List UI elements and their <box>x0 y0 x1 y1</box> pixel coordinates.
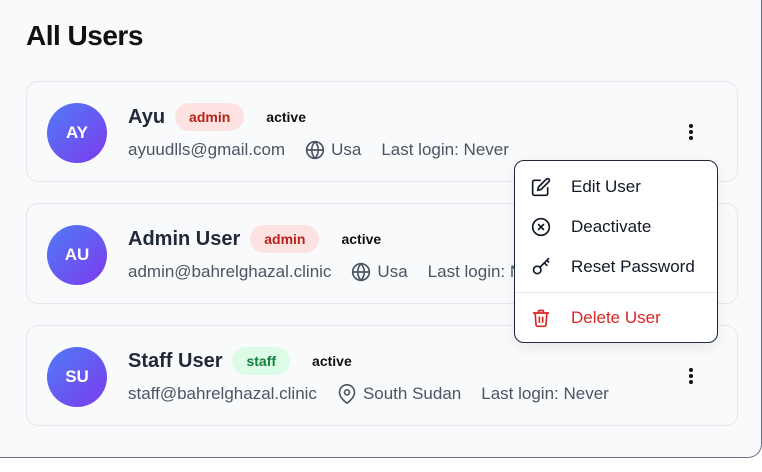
user-location: Usa <box>331 140 362 159</box>
users-panel: All Users AY Ayu admin active ayuudlls@g… <box>0 0 762 458</box>
more-options-button[interactable] <box>679 120 703 144</box>
menu-item-label: Reset Password <box>571 257 695 276</box>
menu-item-reset-password[interactable]: Reset Password <box>515 247 717 287</box>
key-icon <box>532 257 550 275</box>
avatar: SU <box>47 347 107 407</box>
menu-item-label: Delete User <box>571 308 661 327</box>
map-pin-icon <box>338 384 356 404</box>
user-email: staff@bahrelghazal.clinic <box>128 384 317 403</box>
page-title: All Users <box>26 20 143 51</box>
status-label: active <box>341 231 382 247</box>
role-badge: staff <box>232 347 291 375</box>
menu-item-label: Edit User <box>571 177 641 196</box>
last-login: Last login: Never <box>381 140 509 159</box>
user-email: admin@bahrelghazal.clinic <box>128 262 332 281</box>
user-actions-menu: Edit User Deactivate Reset Password Dele… <box>514 160 718 343</box>
edit-icon <box>531 177 551 197</box>
menu-item-label: Deactivate <box>571 217 652 236</box>
menu-item-delete-user[interactable]: Delete User <box>515 298 717 338</box>
more-options-button[interactable] <box>679 364 703 388</box>
role-badge: admin <box>175 103 245 131</box>
status-label: active <box>266 109 306 125</box>
menu-divider <box>515 292 717 293</box>
menu-item-deactivate[interactable]: Deactivate <box>515 207 717 247</box>
menu-item-edit-user[interactable]: Edit User <box>515 167 717 207</box>
user-name: Ayu <box>128 105 166 128</box>
role-badge: admin <box>250 225 320 253</box>
user-email: ayuudlls@gmail.com <box>128 140 286 159</box>
avatar: AU <box>47 225 107 285</box>
globe-icon <box>352 262 371 282</box>
user-location: Usa <box>377 262 408 281</box>
x-circle-icon <box>531 217 551 237</box>
user-name: Staff User <box>128 349 223 372</box>
more-vertical-icon <box>689 368 693 384</box>
avatar: AY <box>47 103 107 163</box>
globe-icon <box>305 140 325 160</box>
user-location: South Sudan <box>362 384 462 403</box>
last-login: Last login: Never <box>481 384 609 403</box>
user-name: Admin User <box>128 227 241 250</box>
status-label: active <box>312 353 352 369</box>
trash-icon <box>532 309 550 328</box>
more-vertical-icon <box>689 124 693 140</box>
